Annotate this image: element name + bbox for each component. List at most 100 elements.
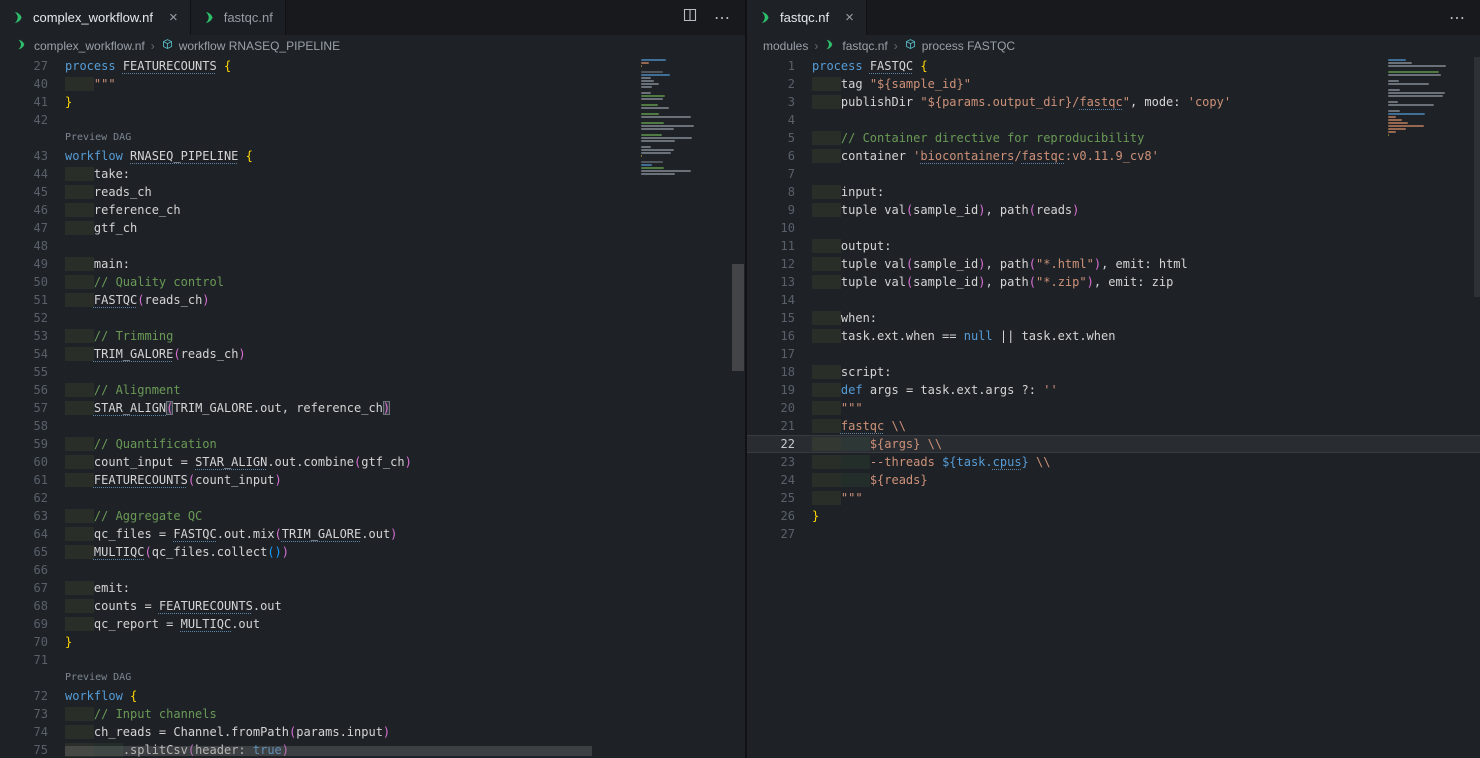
code-line[interactable]: 14 — [747, 291, 1480, 309]
code-line[interactable]: 61 FEATURECOUNTS(count_input) — [0, 471, 745, 489]
code-line[interactable]: 53 // Trimming — [0, 327, 745, 345]
code-line[interactable]: 47 gtf_ch — [0, 219, 745, 237]
code-line[interactable]: 8 input: — [747, 183, 1480, 201]
codelens-row[interactable]: Preview DAG — [0, 129, 745, 147]
code-line[interactable]: 58 — [0, 417, 745, 435]
code-line[interactable]: 62 — [0, 489, 745, 507]
code-line[interactable]: 7 — [747, 165, 1480, 183]
split-editor-icon[interactable] — [682, 7, 698, 28]
code-line[interactable]: 1process FASTQC { — [747, 57, 1480, 75]
code-token: } — [812, 509, 819, 523]
code-line[interactable]: 55 — [0, 363, 745, 381]
code-line[interactable]: 5 // Container directive for reproducibi… — [747, 129, 1480, 147]
code-line[interactable]: 17 — [747, 345, 1480, 363]
tab-fastqc-left[interactable]: fastqc.nf — [191, 0, 286, 35]
code-line[interactable]: 27process FEATURECOUNTS { — [0, 57, 745, 75]
code-line[interactable]: 63 // Aggregate QC — [0, 507, 745, 525]
code-line[interactable]: 72workflow { — [0, 687, 745, 705]
codelens-preview-dag[interactable]: Preview DAG — [65, 129, 131, 147]
code-token: { — [920, 59, 927, 73]
code-line[interactable]: 4 — [747, 111, 1480, 129]
tab-fastqc-right[interactable]: fastqc.nf × — [747, 0, 867, 35]
breadcrumb-symbol[interactable]: workflow RNASEQ_PIPELINE — [161, 38, 340, 54]
line-number: 5 — [747, 129, 795, 147]
code-line[interactable]: 68 counts = FEATURECOUNTS.out — [0, 597, 745, 615]
code-line[interactable]: 67 emit: — [0, 579, 745, 597]
vertical-scrollbar[interactable] — [1474, 57, 1480, 297]
codelens-preview-dag[interactable]: Preview DAG — [65, 669, 131, 687]
code-line[interactable]: 49 main: — [0, 255, 745, 273]
code-line[interactable]: 65 MULTIQC(qc_files.collect()) — [0, 543, 745, 561]
minimap[interactable] — [1388, 59, 1450, 140]
code-line[interactable]: 26} — [747, 507, 1480, 525]
close-tab-icon[interactable]: × — [845, 10, 854, 25]
code-line[interactable]: 16 task.ext.when == null || task.ext.whe… — [747, 327, 1480, 345]
left-editor[interactable]: 27process FEATURECOUNTS {40 """41}42Prev… — [0, 57, 745, 758]
right-editor[interactable]: 1process FASTQC {2 tag "${sample_id}"3 p… — [747, 57, 1480, 758]
horizontal-scrollbar[interactable] — [65, 746, 592, 756]
code-line[interactable]: 25 """ — [747, 489, 1480, 507]
code-line[interactable]: 22 ${args} \\ — [747, 435, 1480, 453]
code-line[interactable]: 48 — [0, 237, 745, 255]
code-line[interactable]: 44 take: — [0, 165, 745, 183]
code-line[interactable]: 52 — [0, 309, 745, 327]
line-number: 27 — [0, 57, 48, 75]
code-line[interactable]: 70} — [0, 633, 745, 651]
tab-complex-workflow[interactable]: complex_workflow.nf × — [0, 0, 191, 35]
code-line[interactable]: 10 — [747, 219, 1480, 237]
codelens-row[interactable]: Preview DAG — [0, 669, 745, 687]
code-line[interactable]: 15 when: — [747, 309, 1480, 327]
code-line[interactable]: 6 container 'biocontainers/fastqc:v0.11.… — [747, 147, 1480, 165]
code-line[interactable]: 9 tuple val(sample_id), path(reads) — [747, 201, 1480, 219]
code-line[interactable]: 50 // Quality control — [0, 273, 745, 291]
code-line[interactable]: 46 reference_ch — [0, 201, 745, 219]
code-line[interactable]: 12 tuple val(sample_id), path("*.html"),… — [747, 255, 1480, 273]
more-actions-icon[interactable]: ⋯ — [1449, 8, 1466, 28]
code-token: , path — [985, 257, 1028, 271]
code-line[interactable]: 24 ${reads} — [747, 471, 1480, 489]
line-number: 70 — [0, 633, 48, 651]
minimap[interactable] — [641, 59, 731, 176]
code-line[interactable]: 21 fastqc \\ — [747, 417, 1480, 435]
code-line[interactable]: 20 """ — [747, 399, 1480, 417]
code-token — [217, 59, 224, 73]
line-number: 60 — [0, 453, 48, 471]
code-line[interactable]: 2 tag "${sample_id}" — [747, 75, 1480, 93]
minimap-line — [1388, 104, 1434, 106]
code-line[interactable]: 57 STAR_ALIGN(TRIM_GALORE.out, reference… — [0, 399, 745, 417]
code-line[interactable]: 64 qc_files = FASTQC.out.mix(TRIM_GALORE… — [0, 525, 745, 543]
code-line[interactable]: 19 def args = task.ext.args ?: '' — [747, 381, 1480, 399]
code-line[interactable]: 3 publishDir "${params.output_dir}/fastq… — [747, 93, 1480, 111]
code-line[interactable]: 71 — [0, 651, 745, 669]
code-line[interactable]: 45 reads_ch — [0, 183, 745, 201]
vertical-scrollbar[interactable] — [731, 57, 745, 758]
code-line[interactable]: 18 script: — [747, 363, 1480, 381]
code-line[interactable]: 56 // Alignment — [0, 381, 745, 399]
code-line[interactable]: 60 count_input = STAR_ALIGN.out.combine(… — [0, 453, 745, 471]
code-token: count_input = — [94, 455, 195, 469]
code-line[interactable]: 59 // Quantification — [0, 435, 745, 453]
code-line[interactable]: 41} — [0, 93, 745, 111]
code-line[interactable]: 74 ch_reads = Channel.fromPath(params.in… — [0, 723, 745, 741]
breadcrumb-symbol[interactable]: process FASTQC — [904, 38, 1015, 54]
code-line[interactable]: 40 """ — [0, 75, 745, 93]
code-token: , path — [985, 275, 1028, 289]
code-line[interactable]: 54 TRIM_GALORE(reads_ch) — [0, 345, 745, 363]
code-line[interactable]: 11 output: — [747, 237, 1480, 255]
code-line[interactable]: 13 tuple val(sample_id), path("*.zip"), … — [747, 273, 1480, 291]
breadcrumb-file[interactable]: complex_workflow.nf — [16, 38, 145, 54]
code-line[interactable]: 23 --threads ${task.cpus} \\ — [747, 453, 1480, 471]
code-line[interactable]: 66 — [0, 561, 745, 579]
breadcrumb-folder[interactable]: modules — [763, 39, 808, 53]
code-line[interactable]: 42 — [0, 111, 745, 129]
code-line[interactable]: 69 qc_report = MULTIQC.out — [0, 615, 745, 633]
breadcrumb-file[interactable]: fastqc.nf — [824, 38, 887, 54]
code-line[interactable]: 43workflow RNASEQ_PIPELINE { — [0, 147, 745, 165]
more-actions-icon[interactable]: ⋯ — [714, 8, 731, 28]
code-token: , path — [985, 203, 1028, 217]
code-line[interactable]: 73 // Input channels — [0, 705, 745, 723]
code-line[interactable]: 51 FASTQC(reads_ch) — [0, 291, 745, 309]
scrollbar-thumb[interactable] — [732, 264, 744, 371]
code-line[interactable]: 27 — [747, 525, 1480, 543]
close-tab-icon[interactable]: × — [169, 10, 178, 25]
